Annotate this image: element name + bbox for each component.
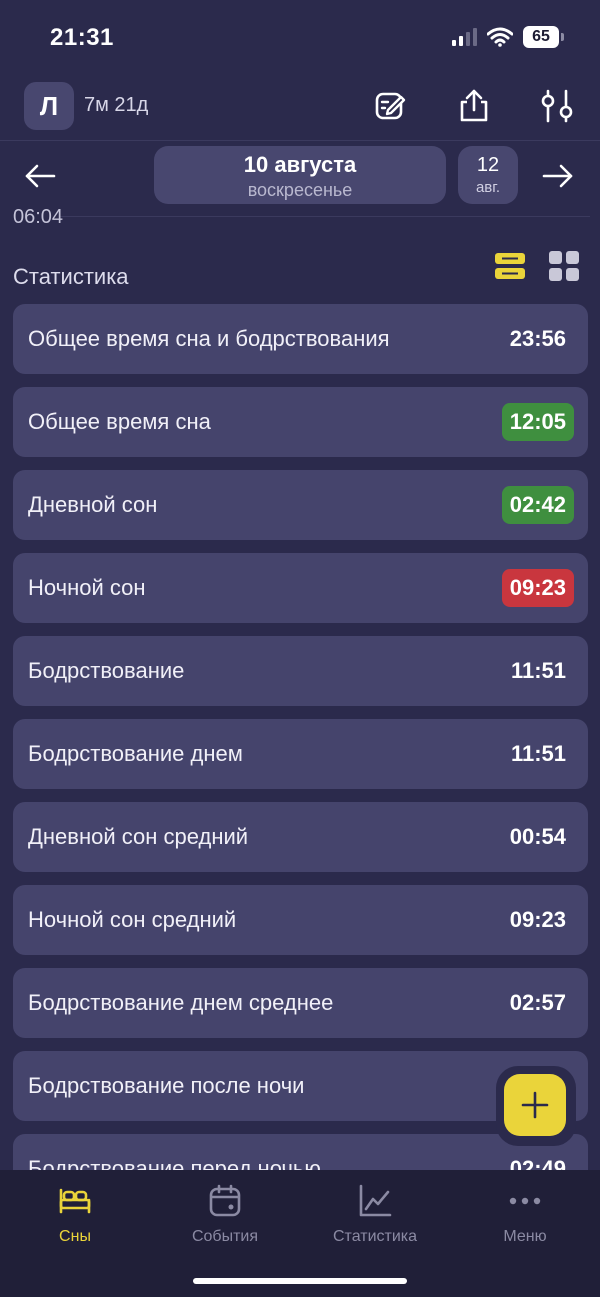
battery-tip <box>561 33 564 41</box>
stat-row[interactable]: Общее время сна 12:05 <box>13 387 588 457</box>
settings-sliders-icon <box>541 89 573 123</box>
tab-statistics[interactable]: Статистика <box>315 1184 435 1246</box>
stat-label: Общее время сна <box>28 409 211 434</box>
edit-button[interactable] <box>371 86 411 126</box>
statistics-title: Статистика <box>13 264 129 289</box>
home-indicator <box>193 1278 407 1284</box>
plus-icon <box>521 1091 549 1119</box>
stat-value: 12:05 <box>501 403 574 441</box>
tab-menu[interactable]: Меню <box>465 1184 585 1246</box>
tab-events[interactable]: События <box>165 1184 285 1246</box>
cellular-signal-icon <box>452 28 477 46</box>
stat-label: Бодрствование днем среднее <box>28 990 334 1015</box>
status-time: 21:31 <box>50 24 114 51</box>
current-weekday: воскресенье <box>247 180 353 200</box>
stat-row[interactable]: Бодрствование днем 11:51 <box>13 719 588 789</box>
stat-row[interactable]: Ночной сон средний 09:23 <box>13 885 588 955</box>
status-bar: 21:31 65 <box>0 0 600 80</box>
previous-day-button[interactable] <box>22 158 58 194</box>
share-button[interactable] <box>454 86 494 126</box>
stat-value: 02:42 <box>501 486 574 524</box>
stat-label: Бодрствование перед ночью <box>28 1156 321 1170</box>
tab-sleep-label: Сны <box>59 1228 91 1245</box>
stat-value: 23:56 <box>509 326 566 351</box>
tab-menu-label: Меню <box>503 1228 547 1245</box>
next-date-button[interactable]: 12 авг. <box>458 146 518 204</box>
more-dots-icon <box>509 1197 541 1205</box>
bed-icon <box>59 1188 91 1214</box>
stat-value: 00:54 <box>509 824 566 849</box>
timeline-start-time: 06:04 <box>13 206 64 228</box>
app-header: Л 7м 21д <box>0 80 600 140</box>
stat-label: Общее время сна и бодрствования <box>28 326 390 351</box>
status-icons: 65 <box>452 26 572 48</box>
tab-statistics-label: Статистика <box>332 1228 418 1245</box>
current-date-button[interactable]: 10 августа воскресенье <box>154 146 446 204</box>
stat-label: Ночной сон <box>28 575 146 600</box>
wifi-icon <box>487 27 513 47</box>
stat-label: Ночной сон средний <box>28 907 237 932</box>
header-divider <box>0 140 600 141</box>
stat-row[interactable]: Дневной сон 02:42 <box>13 470 588 540</box>
tab-sleep[interactable]: Сны <box>15 1184 135 1246</box>
share-icon <box>460 89 488 122</box>
current-date: 10 августа <box>243 152 357 177</box>
stat-value: 02:49 <box>509 1156 566 1170</box>
arrow-left-icon <box>25 164 56 188</box>
stat-label: Дневной сон <box>28 492 158 517</box>
stat-row[interactable]: Бодрствование днем среднее 02:57 <box>13 968 588 1038</box>
add-event-button[interactable] <box>504 1074 566 1136</box>
stat-value: 09:23 <box>509 907 566 932</box>
statistics-list[interactable]: Общее время сна и бодрствования 23:56 Обще… <box>13 304 588 1170</box>
edit-icon <box>375 92 406 120</box>
stat-value: 09:23 <box>501 569 574 607</box>
arrow-right-icon <box>542 164 573 188</box>
stat-row[interactable]: Бодрствование 11:51 <box>13 636 588 706</box>
stat-row[interactable]: Ночной сон 09:23 <box>13 553 588 623</box>
stat-value: 11:51 <box>510 658 566 683</box>
battery-indicator: 65 <box>523 26 559 48</box>
next-day-button[interactable] <box>540 158 576 194</box>
stat-label: Бодрствование днем <box>28 741 243 766</box>
stat-row[interactable]: Общее время сна и бодрствования 23:56 <box>13 304 588 374</box>
grid-view-icon[interactable] <box>548 250 580 282</box>
timeline-divider <box>60 216 590 217</box>
stat-value: 11:51 <box>510 741 566 766</box>
stat-label: Бодрствование после ночи <box>28 1073 305 1098</box>
view-toggle <box>494 250 580 282</box>
chart-line-icon <box>359 1184 392 1217</box>
tab-events-label: События <box>191 1228 259 1245</box>
stat-row[interactable]: Дневной сон средний 00:54 <box>13 802 588 872</box>
next-date-day: 12 <box>476 154 500 176</box>
stat-label: Бодрствование <box>28 658 185 683</box>
date-navigation: 10 августа воскресенье 12 авг. <box>0 146 600 206</box>
calendar-icon <box>209 1184 241 1217</box>
settings-button[interactable] <box>537 86 577 126</box>
next-date-month: авг. <box>475 179 501 196</box>
stat-label: Дневной сон средний <box>28 824 249 849</box>
stat-value: 02:57 <box>509 990 566 1015</box>
list-view-icon[interactable] <box>494 250 526 282</box>
child-avatar[interactable]: Л <box>24 82 74 130</box>
child-age: 7м 21д <box>84 94 149 116</box>
